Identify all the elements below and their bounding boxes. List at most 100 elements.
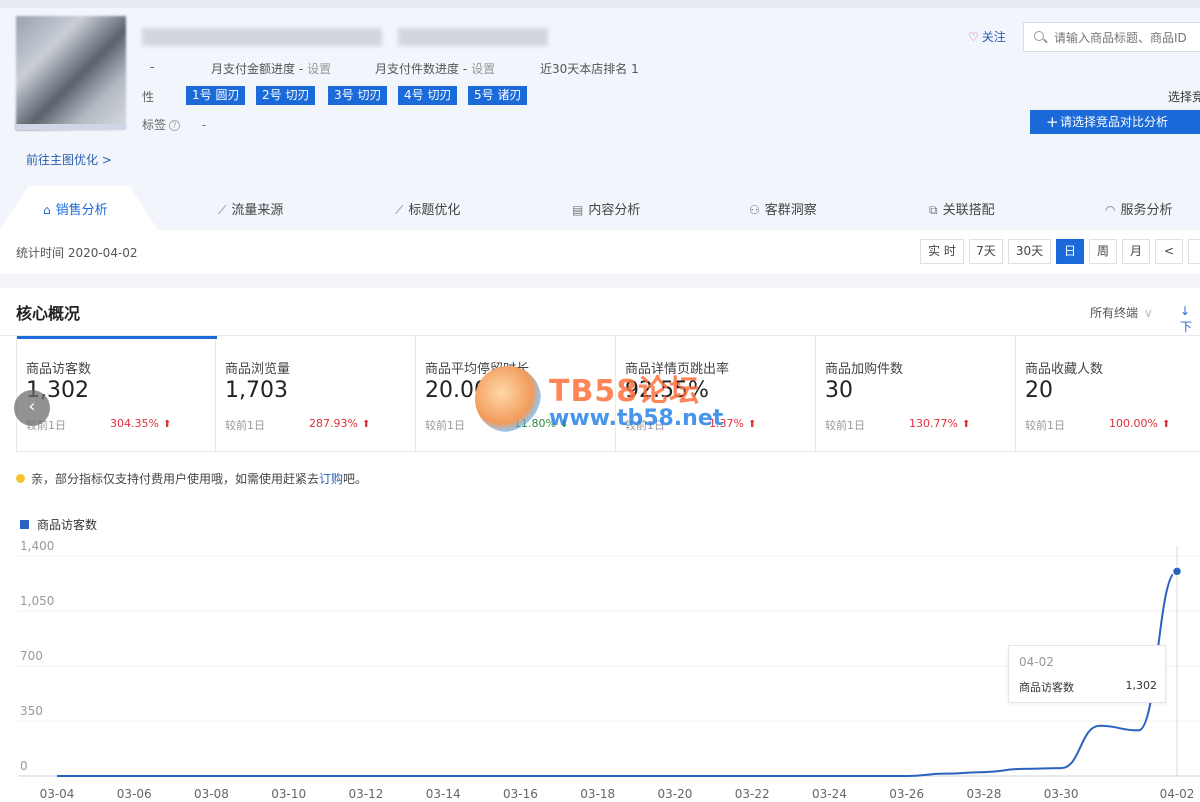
watermark-text: TB58论坛: [549, 374, 701, 409]
tooltip-value: 1,302: [1125, 679, 1158, 692]
kpi-name: 商品访客数: [26, 362, 92, 377]
attribute-label: 性: [142, 90, 155, 104]
stat-time: 统计时间 2020-04-02: [16, 246, 138, 260]
goto-main-image-optimize-link[interactable]: 前往主图优化 >: [26, 151, 112, 168]
label-row: 标签? -: [142, 116, 206, 133]
chevron-down-icon: ∨: [1144, 306, 1153, 320]
attribute-tag[interactable]: 2号 切刃: [256, 86, 316, 105]
y-tick-label: 700: [20, 649, 43, 663]
x-tick-label: 03-08: [194, 787, 229, 801]
download-button[interactable]: ↓下: [1180, 304, 1200, 335]
chevron-left-icon: ‹: [28, 396, 36, 417]
link-icon: ⧉: [929, 203, 938, 217]
kpi-card[interactable]: 商品浏览量 1,703 较前1日 287.93% ⬆: [216, 336, 416, 452]
set-pay-count-link[interactable]: 设置: [471, 62, 495, 76]
search-icon: [1034, 31, 1044, 41]
watermark: TB58论坛 www.tb58.net: [475, 362, 735, 438]
info-dot-icon: [16, 474, 25, 483]
kpi-compare-label: 较前1日: [825, 419, 865, 432]
subscribe-link[interactable]: 订购: [319, 472, 343, 486]
kpi-change: 130.77% ⬆: [909, 417, 971, 430]
x-tick-label: 03-04: [40, 787, 75, 801]
plus-icon: +: [1046, 113, 1059, 131]
document-icon: ▤: [572, 203, 584, 217]
x-tick-label: 03-20: [657, 787, 692, 801]
y-tick-label: 350: [20, 704, 43, 718]
set-pay-amount-link[interactable]: 设置: [307, 62, 331, 76]
x-tick-label: 03-14: [426, 787, 461, 801]
kpi-name: 商品浏览量: [225, 362, 291, 377]
label-title: 标签: [142, 118, 167, 132]
attribute-tag[interactable]: 5号 诸刃: [468, 86, 528, 105]
help-icon[interactable]: ?: [169, 120, 181, 131]
period-day[interactable]: 日: [1056, 239, 1084, 264]
x-tick-label: 04-02: [1160, 787, 1195, 801]
period-week[interactable]: 周: [1089, 239, 1117, 264]
y-tick-label: 1,050: [20, 594, 54, 608]
heart-icon: ♡: [968, 30, 979, 44]
kpi-card[interactable]: 商品访客数 1,302 较前1日 304.35% ⬆: [16, 336, 217, 452]
follow-button[interactable]: ♡ 关注: [968, 28, 1006, 45]
store-rank: 近30天本店排名 1: [540, 62, 639, 76]
monthly-pay-amount-progress: 月支付金额进度 - 设置: [211, 62, 332, 76]
tooltip-date: 04-02: [1019, 655, 1054, 669]
compare-competitor-button[interactable]: + 请选择竞品对比分析: [1030, 110, 1200, 134]
carousel-prev-button[interactable]: ‹: [14, 390, 50, 426]
page: - 月支付金额进度 - 设置 月支付件数进度 - 设置 近30天本店排名 1 性 1…: [0, 0, 1200, 802]
people-icon: ⚇: [749, 203, 760, 217]
x-tick-label: 03-06: [117, 787, 152, 801]
attribute-tag[interactable]: 4号 切刃: [398, 86, 458, 105]
arrow-up-icon: ⬆: [361, 419, 371, 430]
x-tick-label: 03-10: [271, 787, 306, 801]
kpi-value: 30: [825, 378, 853, 403]
product-search[interactable]: [1023, 22, 1200, 52]
meta-leading: -: [150, 60, 155, 74]
attribute-tag[interactable]: 1号 圆刃: [186, 86, 246, 105]
core-overview-title: 核心概况: [16, 304, 81, 323]
monthly-pay-count-progress: 月支付件数进度 - 设置: [375, 62, 496, 76]
period-realtime[interactable]: 实 时: [920, 239, 964, 264]
search-input[interactable]: [1054, 29, 1200, 47]
label-value: -: [201, 118, 207, 132]
kpi-card[interactable]: 商品收藏人数 20 较前1日 100.00% ⬆: [1016, 336, 1200, 452]
x-tick-label: 03-26: [889, 787, 924, 801]
kpi-value: 1,703: [225, 378, 288, 403]
kpi-card[interactable]: 商品加购件数 30 较前1日 130.77% ⬆: [816, 336, 1016, 452]
kpi-name: 商品收藏人数: [1025, 362, 1104, 377]
kpi-value: 20: [1025, 378, 1053, 403]
bag-icon: ⌂: [43, 203, 51, 217]
period-7d[interactable]: 7天: [969, 239, 1003, 264]
attribute-tag[interactable]: 3号 切刃: [328, 86, 388, 105]
x-tick-label: 03-16: [503, 787, 538, 801]
period-month[interactable]: 月: [1122, 239, 1150, 264]
arrow-up-icon: ⬆: [747, 419, 757, 430]
x-tick-label: 03-24: [812, 787, 847, 801]
trend-icon: ⟋: [395, 203, 404, 217]
arrow-up-icon: ⬆: [961, 419, 971, 430]
kpi-compare-label: 较前1日: [225, 419, 265, 432]
device-select[interactable]: 所有终端 ∨: [1090, 304, 1153, 321]
date-prev-button[interactable]: <: [1155, 239, 1183, 264]
watermark-url: www.tb58.net: [549, 406, 724, 431]
y-tick-label: 1,400: [20, 539, 54, 553]
arrow-up-icon: ⬆: [1161, 419, 1171, 430]
x-tick-label: 03-22: [735, 787, 770, 801]
period-30d[interactable]: 30天: [1008, 239, 1051, 264]
y-tick-label: 0: [20, 759, 28, 773]
x-tick-label: 03-28: [966, 787, 1001, 801]
x-tick-label: 03-30: [1044, 787, 1079, 801]
product-thumbnail[interactable]: [16, 16, 126, 130]
highlight-point: [1171, 566, 1183, 577]
product-title-blurred: [398, 28, 548, 46]
headset-icon: ◠: [1105, 203, 1116, 217]
product-header: - 月支付金额进度 - 设置 月支付件数进度 - 设置 近30天本店排名 1 性 1…: [0, 0, 1200, 230]
legend-swatch: [20, 520, 29, 529]
kpi-name: 商品加购件数: [825, 362, 904, 377]
select-competitor-hint[interactable]: 选择竞: [1168, 88, 1200, 105]
x-tick-label: 03-18: [580, 787, 615, 801]
kpi-change: 100.00% ⬆: [1109, 417, 1171, 430]
product-title-blurred: [142, 28, 382, 46]
kpi-change: 287.93% ⬆: [309, 417, 371, 430]
date-next-button[interactable]: [1188, 239, 1200, 264]
arrow-up-icon: ⬆: [162, 419, 172, 430]
